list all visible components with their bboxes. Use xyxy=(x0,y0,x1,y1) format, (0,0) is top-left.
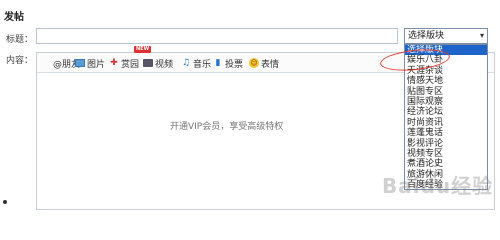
image-icon xyxy=(75,59,85,67)
vote-button[interactable]: ▮ 投票 xyxy=(213,57,244,70)
title-input[interactable] xyxy=(36,28,398,44)
board-option[interactable]: 经济论坛 xyxy=(405,107,487,117)
toolbar-label: 投票 xyxy=(225,59,244,70)
toolbar-label: 表情 xyxy=(261,59,280,70)
board-option[interactable]: 视频专区 xyxy=(405,149,487,159)
board-select-value: 选择版块 xyxy=(408,31,445,41)
new-badge: NEW xyxy=(134,46,152,53)
board-select[interactable]: 选择版块 ▾ xyxy=(404,28,488,44)
music-button[interactable]: ♫ 音乐 xyxy=(181,57,212,70)
video-icon xyxy=(143,59,153,67)
toolbar-label: 赏园 xyxy=(121,59,140,70)
board-option[interactable]: 时尚资讯 xyxy=(405,118,487,128)
toolbar-label: 图片 xyxy=(87,59,106,70)
toolbar-label: 视频 xyxy=(155,59,174,70)
board-option[interactable]: 贴图专区 xyxy=(405,87,487,97)
toolbar-label: 音乐 xyxy=(193,59,212,70)
gift-icon: ✚ xyxy=(110,58,118,68)
emoji-button[interactable]: ☺ 表情 xyxy=(249,57,280,70)
watermark-logo: Baidu经验 xyxy=(382,174,494,198)
bullet-dot xyxy=(3,200,7,204)
vip-hint[interactable]: 开通VIP会员，享受高级特权 xyxy=(170,119,283,132)
board-option[interactable]: 煮酒论史 xyxy=(405,159,487,169)
title-label: 标题： xyxy=(6,35,34,45)
chevron-down-icon: ▾ xyxy=(479,31,484,40)
board-option[interactable]: 情感天地 xyxy=(405,76,487,86)
board-option[interactable]: 莲蓬鬼话 xyxy=(405,128,487,138)
page-title: 发帖 xyxy=(4,12,24,23)
image-button[interactable]: 图片 xyxy=(75,57,106,70)
video-button[interactable]: 视频 xyxy=(143,57,174,70)
vote-icon: ▮ xyxy=(215,58,221,68)
content-label: 内容： xyxy=(6,56,34,66)
music-icon: ♫ xyxy=(181,58,191,68)
board-option[interactable]: 国际观察 xyxy=(405,97,487,107)
at-icon xyxy=(41,58,51,68)
board-option[interactable]: 影视评论 xyxy=(405,139,487,149)
reward-button[interactable]: ✚ 赏园 xyxy=(109,57,140,70)
emoji-icon: ☺ xyxy=(249,58,259,68)
